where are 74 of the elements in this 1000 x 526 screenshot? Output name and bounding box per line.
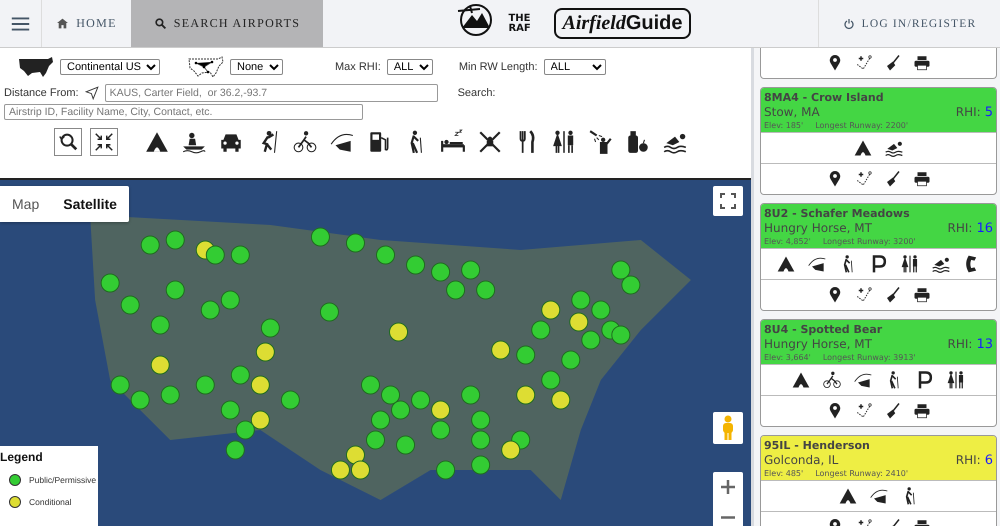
route-icon[interactable] bbox=[855, 402, 873, 420]
nav-tab[interactable]: SEARCH AIRPORTS bbox=[131, 0, 323, 47]
fullscreen-icon bbox=[720, 193, 736, 209]
navigation-arrow-icon bbox=[84, 86, 99, 100]
reset-search-button[interactable] bbox=[54, 128, 82, 156]
airfield-title[interactable]: 8MA4 - Crow Island bbox=[764, 91, 993, 104]
network-select[interactable]: None bbox=[230, 59, 283, 75]
airfield-city: Golconda, IL bbox=[764, 453, 840, 467]
logo-text: AirfieldGuide bbox=[554, 8, 690, 39]
broom-icon[interactable] bbox=[884, 286, 902, 304]
us-map-icon bbox=[18, 56, 54, 78]
elevation-text: Elev: 3,664' bbox=[764, 353, 811, 362]
elevation-text: Elev: 485' bbox=[764, 469, 804, 478]
search-icon bbox=[154, 17, 167, 30]
network-map-icon bbox=[188, 56, 224, 78]
printer-icon[interactable] bbox=[913, 54, 931, 72]
plus-icon bbox=[720, 479, 736, 495]
runway-length-text: Longest Runway: 2410' bbox=[815, 469, 908, 478]
min-runway-select[interactable]: ALL bbox=[544, 59, 606, 75]
shower-icon bbox=[588, 129, 614, 155]
broom-icon[interactable] bbox=[884, 170, 902, 188]
runway-length-text: Longest Runway: 3913' bbox=[822, 353, 916, 362]
legend-title: Legend bbox=[0, 450, 44, 464]
search-field[interactable]: Airstrip ID, Facility Name, City, Contact, etc. bbox=[4, 104, 363, 120]
home-icon bbox=[56, 17, 70, 30]
search-label: Search: bbox=[458, 87, 496, 99]
rhi-label: RHI: bbox=[956, 453, 981, 467]
route-icon[interactable] bbox=[855, 54, 873, 72]
person-icon bbox=[721, 415, 735, 441]
login-button[interactable]: LOG IN/REGISTER bbox=[818, 0, 1000, 47]
rhi-value: 16 bbox=[976, 221, 993, 236]
elevation-text: Elev: 4,852' bbox=[764, 237, 811, 246]
airfield-city: Hungry Horse, MT bbox=[764, 337, 873, 351]
printer-icon[interactable] bbox=[913, 402, 931, 420]
fullscreen-button[interactable] bbox=[713, 186, 743, 216]
paddles-icon bbox=[476, 129, 502, 155]
distance-field[interactable]: KAUS, Carter Field, or 36.2,-93.7 bbox=[104, 84, 438, 102]
map-type-tab[interactable]: Satellite bbox=[51, 186, 129, 222]
max-rhi-label: Max RHI: bbox=[335, 61, 381, 73]
min-runway-label: Min RW Length: bbox=[458, 61, 538, 73]
rhi-value: 6 bbox=[984, 453, 993, 468]
route-icon[interactable] bbox=[855, 286, 873, 304]
rhi-label: RHI: bbox=[956, 105, 981, 119]
rhi-label: RHI: bbox=[948, 221, 972, 235]
printer-icon[interactable] bbox=[913, 170, 931, 188]
legend-label: Conditional bbox=[29, 497, 72, 507]
airfield-title[interactable]: 8U4 - Spotted Bear bbox=[764, 323, 993, 336]
airfield-title[interactable]: 95IL - Henderson bbox=[764, 439, 993, 452]
bicycle-icon bbox=[292, 129, 318, 155]
runway-length-text: Longest Runway: 2200' bbox=[815, 121, 908, 130]
airfield-title[interactable]: 8U2 - Schafer Meadows bbox=[764, 207, 993, 220]
minus-icon bbox=[720, 516, 736, 518]
power-icon bbox=[842, 18, 855, 30]
logo-badge-text: THE RAF bbox=[508, 14, 532, 34]
rhi-label: RHI: bbox=[948, 337, 972, 351]
map-type-tab[interactable]: Map bbox=[0, 186, 52, 222]
distance-label: Distance From: bbox=[4, 87, 79, 99]
rhi-value: 5 bbox=[984, 105, 993, 120]
collapse-button[interactable] bbox=[90, 128, 118, 156]
bed-icon bbox=[440, 129, 466, 155]
reset-search-icon bbox=[57, 131, 79, 153]
printer-icon[interactable] bbox=[913, 286, 931, 304]
elevation-text: Elev: 185' bbox=[764, 121, 804, 130]
legend-label: Public/Permissive bbox=[29, 475, 96, 485]
max-rhi-select[interactable]: ALL bbox=[386, 59, 433, 75]
broom-icon[interactable] bbox=[884, 402, 902, 420]
airfield-city: Stow, MA bbox=[764, 105, 821, 119]
broom-icon[interactable] bbox=[884, 54, 902, 72]
runway-length-text: Longest Runway: 3200' bbox=[822, 237, 916, 246]
airfield-city: Hungry Horse, MT bbox=[764, 221, 873, 235]
collapse-icon bbox=[93, 131, 115, 153]
route-icon[interactable] bbox=[855, 170, 873, 188]
region-select[interactable]: Continental US bbox=[60, 59, 160, 75]
rhi-value: 13 bbox=[976, 337, 993, 352]
